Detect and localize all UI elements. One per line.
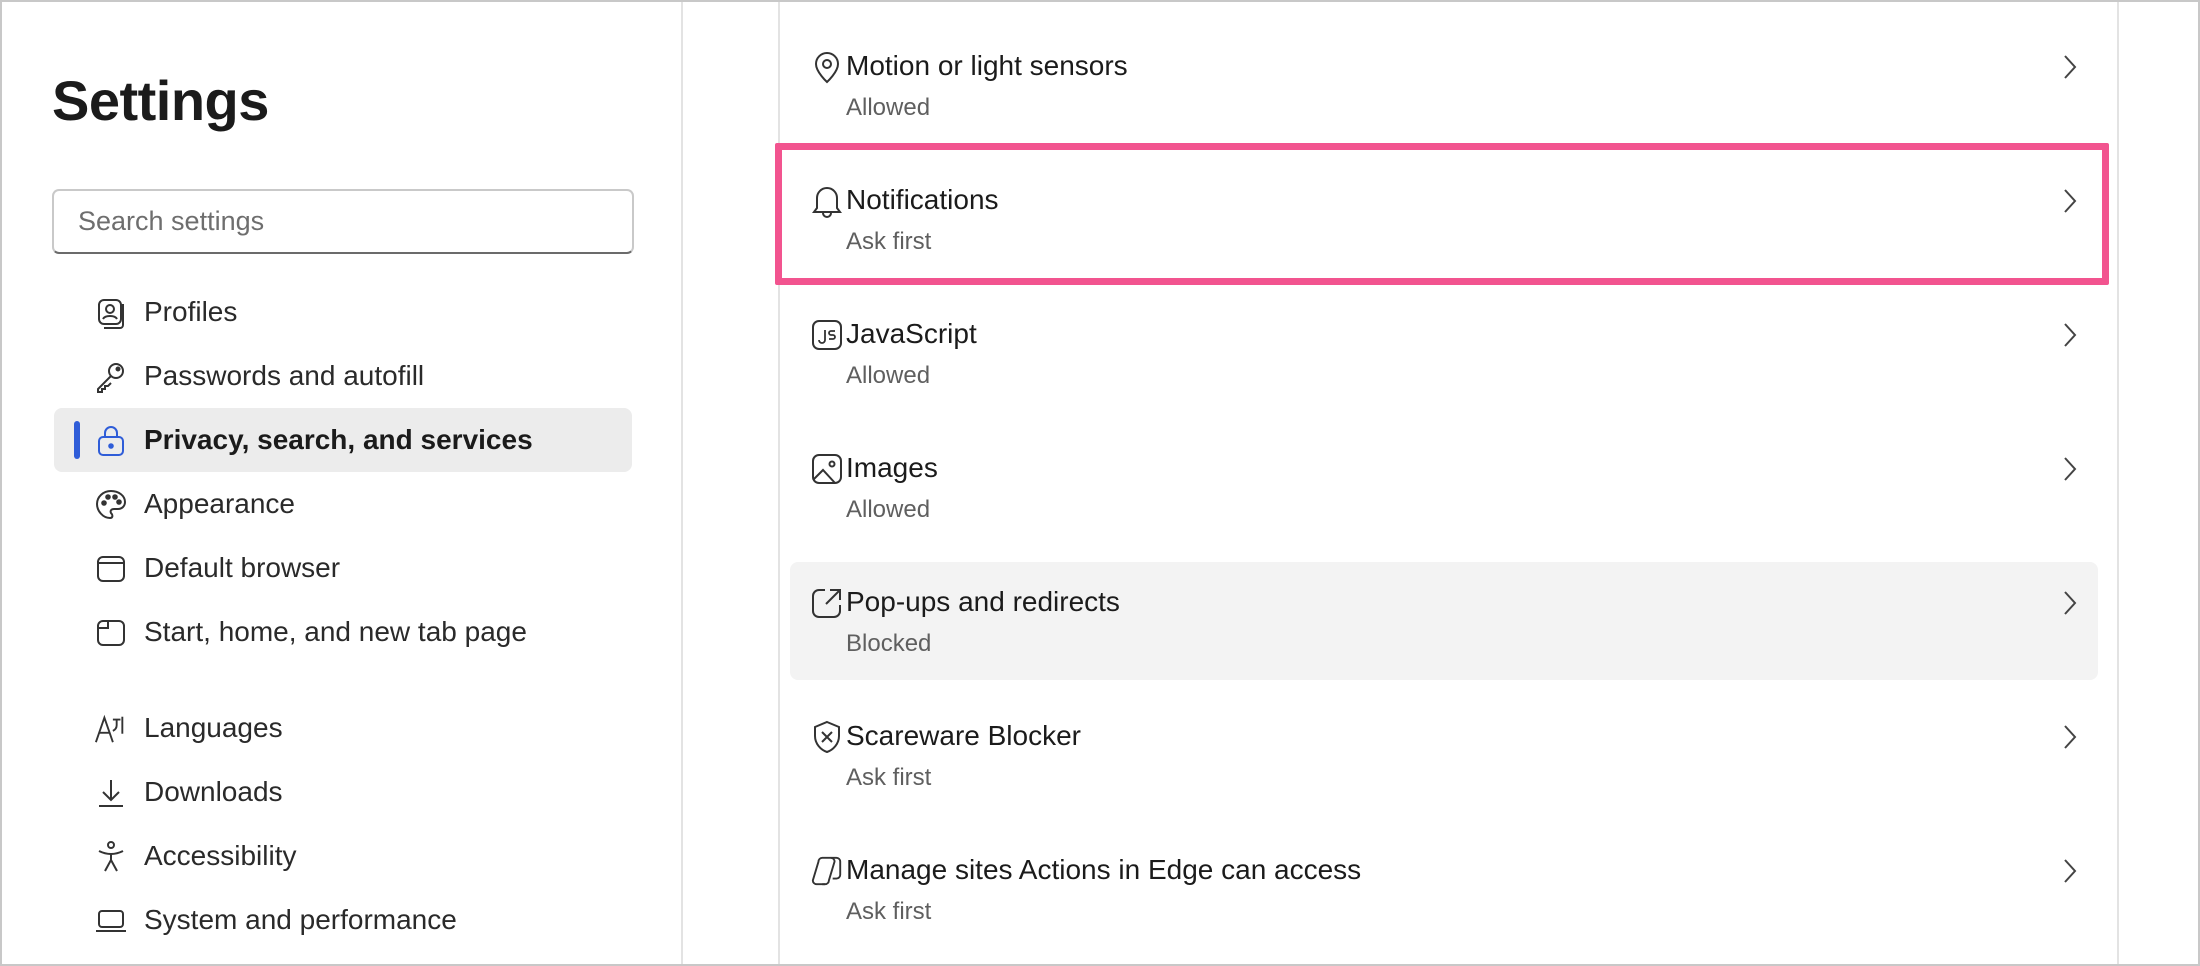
bell-icon: [810, 184, 844, 218]
permission-row-motion-sensors[interactable]: Motion or light sensors Allowed: [790, 26, 2098, 144]
sidebar-item-label: Accessibility: [144, 840, 297, 871]
lock-icon: [94, 424, 128, 458]
sidebar-item-accessibility[interactable]: Accessibility: [54, 824, 632, 888]
sidebar-item-appearance[interactable]: Appearance: [54, 472, 632, 536]
sidebar-item-label: Default browser: [144, 552, 341, 583]
permission-row-edge-actions[interactable]: Manage sites Actions in Edge can access …: [790, 830, 2098, 948]
permission-title: Pop-ups and redirects: [846, 586, 1120, 617]
sidebar-item-privacy[interactable]: Privacy, search, and services: [54, 408, 632, 472]
chevron-right-icon: [2058, 454, 2082, 484]
sidebar-item-label: Privacy, search, and services: [144, 424, 533, 455]
site-permissions-panel: Motion or light sensors Allowed Notifica…: [775, 2, 2119, 964]
permission-row-images[interactable]: Images Allowed: [790, 428, 2098, 546]
sidebar-item-label: Profiles: [144, 296, 238, 327]
permission-row-popups[interactable]: Pop-ups and redirects Blocked: [790, 562, 2098, 680]
chevron-right-icon: [2058, 320, 2082, 350]
permission-row-scareware[interactable]: Scareware Blocker Ask first: [790, 696, 2098, 814]
languages-icon: [94, 712, 128, 746]
profiles-icon: [94, 296, 128, 330]
permission-title: Scareware Blocker: [846, 720, 1081, 751]
sidebar-item-languages[interactable]: Languages: [54, 696, 632, 760]
permission-title: Motion or light sensors: [846, 50, 1128, 81]
sidebar-item-system[interactable]: System and performance: [54, 888, 632, 952]
chevron-right-icon: [2058, 52, 2082, 82]
search-input[interactable]: [54, 191, 632, 252]
search-box[interactable]: [52, 189, 634, 254]
chevron-right-icon: [2058, 186, 2082, 216]
permission-row-javascript[interactable]: JavaScript Allowed: [790, 294, 2098, 412]
accessibility-icon: [94, 840, 128, 874]
chevron-right-icon: [2058, 722, 2082, 752]
permission-title: Manage sites Actions in Edge can access: [846, 854, 1362, 885]
download-icon: [94, 776, 128, 810]
sidebar: Settings Profiles Passwords and autofill: [2, 2, 683, 964]
external-link-icon: [810, 586, 844, 620]
sidebar-item-label: Appearance: [144, 488, 296, 519]
location-pin-icon: [810, 50, 844, 84]
browser-icon: [94, 552, 128, 586]
new-tab-icon: [94, 616, 128, 650]
copilot-icon: [810, 854, 844, 888]
sidebar-item-downloads[interactable]: Downloads: [54, 760, 632, 824]
permission-status: Blocked: [846, 630, 932, 657]
settings-window: Settings Profiles Passwords and autofill: [0, 0, 2200, 966]
chevron-right-icon: [2058, 856, 2082, 886]
palette-icon: [94, 488, 128, 522]
permission-status: Ask first: [846, 764, 932, 791]
main-content: Motion or light sensors Allowed Notifica…: [685, 2, 2198, 964]
sidebar-item-label: Languages: [144, 712, 283, 743]
permission-status: Allowed: [846, 496, 931, 523]
image-icon: [810, 452, 844, 486]
permission-row-notifications[interactable]: Notifications Ask first: [790, 160, 2098, 278]
chevron-right-icon: [2058, 588, 2082, 618]
permission-status: Ask first: [846, 898, 932, 925]
permission-status: Allowed: [846, 362, 931, 389]
permission-title: Notifications: [846, 184, 999, 215]
sidebar-item-passwords[interactable]: Passwords and autofill: [54, 344, 632, 408]
active-indicator: [74, 421, 80, 459]
permission-title: Images: [846, 452, 938, 483]
sidebar-item-label: System and performance: [144, 904, 457, 935]
sidebar-item-profiles[interactable]: Profiles: [54, 280, 632, 344]
sidebar-item-label: Downloads: [144, 776, 283, 807]
laptop-icon: [94, 904, 128, 938]
permission-status: Allowed: [846, 94, 931, 121]
javascript-icon: [810, 318, 844, 352]
permission-title: JavaScript: [846, 318, 977, 349]
key-icon: [94, 360, 128, 394]
page-title: Settings: [52, 69, 269, 132]
sidebar-item-start-home[interactable]: Start, home, and new tab page: [54, 600, 632, 664]
sidebar-item-label: Start, home, and new tab page: [144, 616, 527, 647]
permission-status: Ask first: [846, 228, 932, 255]
sidebar-item-default-browser[interactable]: Default browser: [54, 536, 632, 600]
shield-x-icon: [810, 720, 844, 754]
sidebar-item-label: Passwords and autofill: [144, 360, 425, 391]
